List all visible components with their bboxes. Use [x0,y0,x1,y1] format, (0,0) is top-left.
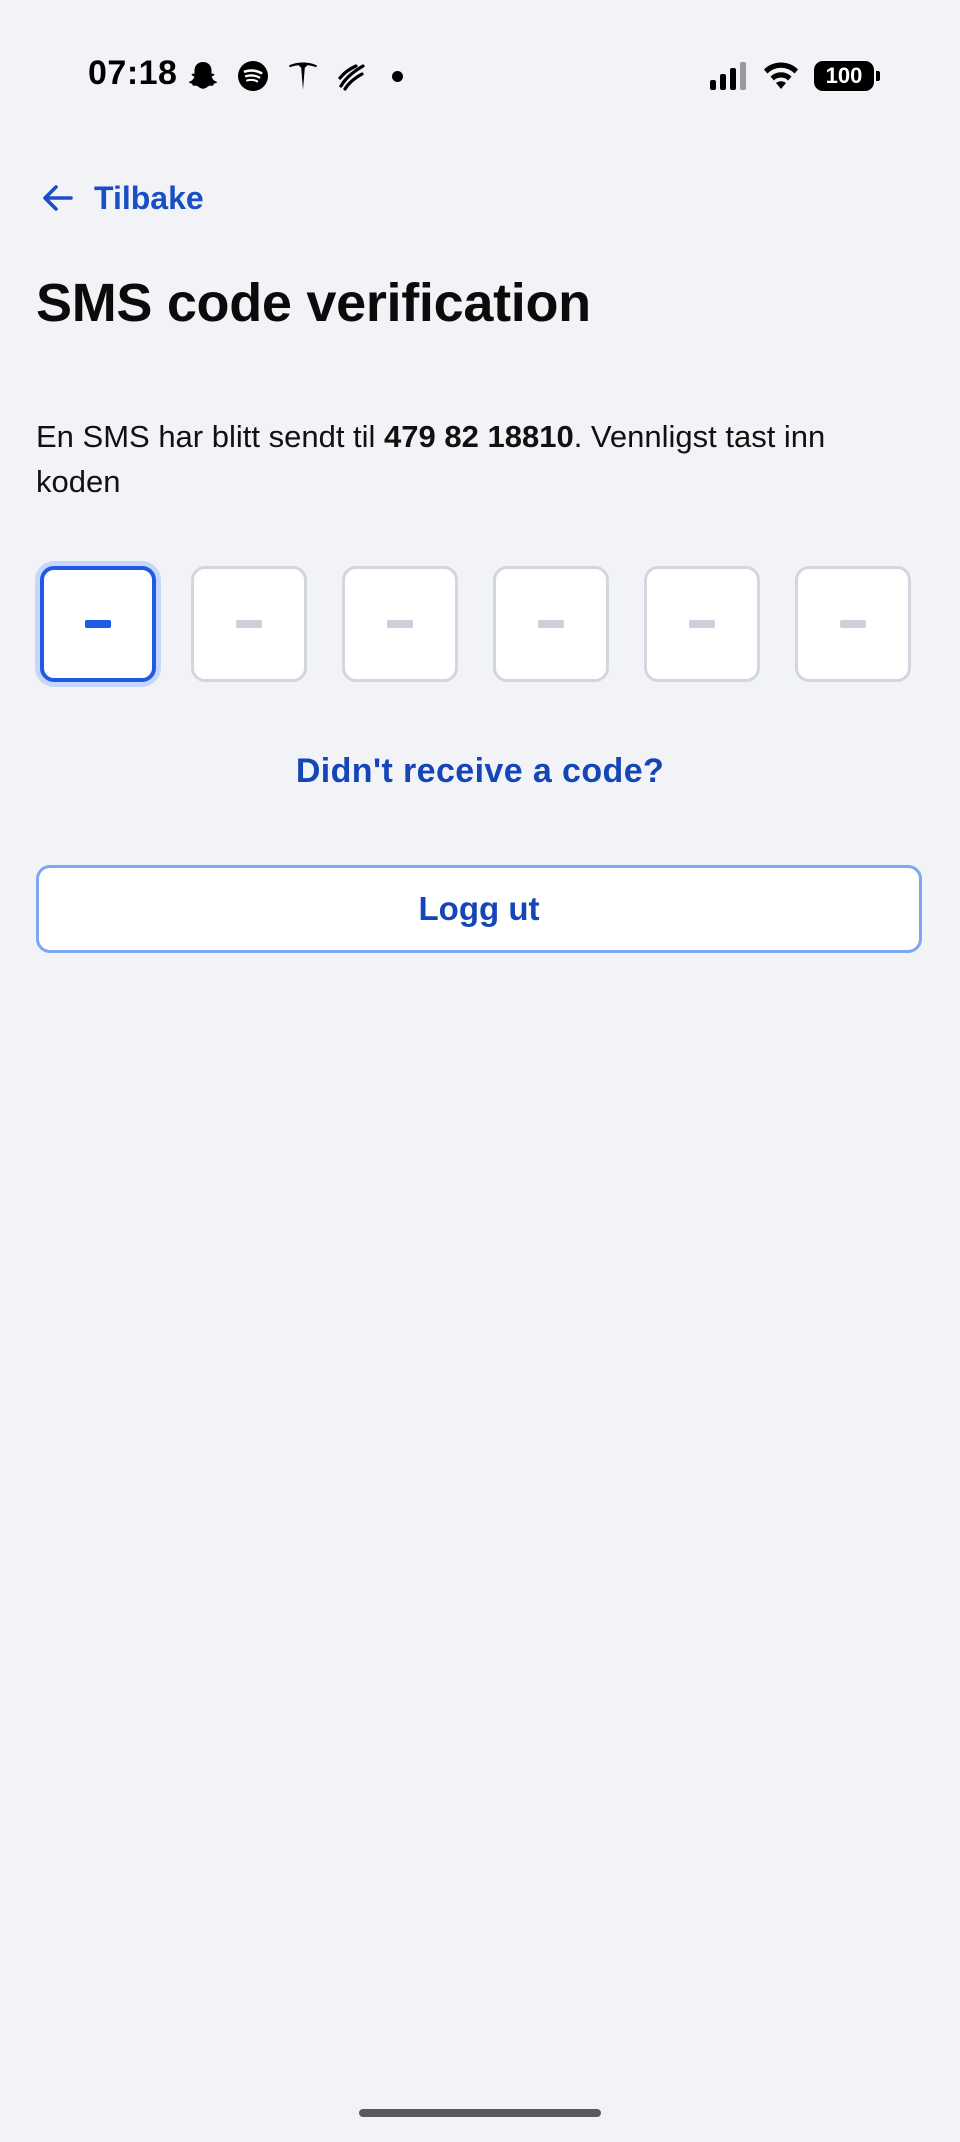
code-digit-6[interactable] [795,566,911,682]
battery-icon: 100 [814,61,880,91]
status-bar: 07:18 100 [0,0,960,150]
app-icon [338,64,365,91]
status-time: 07:18 [88,54,178,92]
digit-placeholder [538,620,564,628]
resend-code-link[interactable]: Didn't receive a code? [0,752,960,791]
battery-level: 100 [825,63,863,88]
status-system-icons: 100 [710,58,880,94]
spotify-icon [238,61,268,91]
code-digit-3[interactable] [342,566,458,682]
code-digit-5[interactable] [644,566,760,682]
digit-placeholder [689,620,715,628]
snapchat-icon [188,62,218,89]
description-prefix: En SMS har blitt sendt til [36,419,385,454]
phone-number: 479 82 18810 [384,419,574,454]
code-input-row [40,566,920,688]
signal-icon [710,62,746,90]
tesla-icon [289,62,317,90]
logout-button[interactable]: Logg ut [36,865,922,953]
code-digit-4[interactable] [493,566,609,682]
digit-placeholder [236,620,262,628]
home-indicator[interactable] [359,2109,601,2117]
status-app-icons [186,58,403,94]
wifi-icon [764,62,798,89]
battery-cap [876,71,880,81]
sms-description: En SMS har blitt sendt til 479 82 18810.… [36,414,916,504]
code-digit-1[interactable] [40,566,156,682]
digit-placeholder [840,620,866,628]
digit-placeholder [387,620,413,628]
digit-placeholder [85,620,111,628]
notification-dot [392,70,403,82]
back-button[interactable]: Tilbake [38,172,204,224]
code-digit-2[interactable] [191,566,307,682]
back-label: Tilbake [94,179,204,216]
arrow-left-icon [43,185,73,211]
page-title: SMS code verification [36,273,591,333]
